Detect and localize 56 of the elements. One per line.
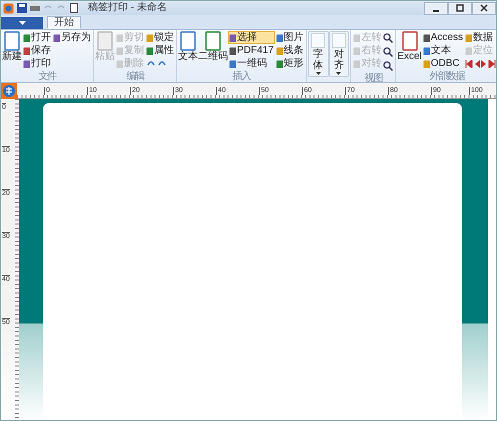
first-icon[interactable] (465, 60, 473, 68)
dropdown-button[interactable]: 字体 (308, 31, 328, 77)
save-icon[interactable] (17, 3, 27, 13)
zoom-icon[interactable] (383, 33, 394, 43)
printer-icon[interactable] (30, 3, 40, 13)
minimize-button[interactable] (424, 2, 448, 14)
group-label: 视图 (364, 73, 384, 84)
ribbon-button[interactable]: 另存为 (52, 31, 92, 44)
caret-icon (316, 72, 321, 75)
ribbon-button[interactable]: 打印 (22, 57, 52, 70)
ribbon-button[interactable]: 新建 (2, 31, 22, 62)
ribbon-button[interactable]: 文本 (178, 31, 198, 62)
group-label: 外部数据 (428, 71, 466, 82)
ribbon-button[interactable]: 选择 (228, 31, 275, 44)
ribbon-button[interactable]: PDF417 (228, 44, 275, 57)
application-menu-button[interactable] (1, 17, 43, 29)
ribbon-tab[interactable]: 开始 (47, 16, 81, 29)
maximize-button[interactable] (448, 2, 472, 14)
caret-icon (18, 21, 26, 25)
zoom-icon[interactable] (383, 61, 394, 71)
document-icon (400, 31, 419, 51)
ribbon-button[interactable]: Excel (397, 31, 422, 62)
close-button[interactable] (472, 2, 496, 14)
document-icon (3, 31, 21, 51)
close-icon (480, 4, 488, 12)
ribbon-button[interactable]: 图片 (274, 31, 305, 44)
ribbon-button[interactable]: 矩形 (274, 57, 305, 70)
dropdown-button[interactable]: 对齐 (328, 31, 350, 77)
group-label: 文件 (37, 71, 58, 82)
last-icon[interactable] (488, 60, 496, 68)
next-icon[interactable] (481, 60, 487, 68)
window-title: 稿签打印 - 未命名 (88, 2, 167, 14)
ribbon-button[interactable]: 文本 (422, 44, 464, 57)
document-icon (204, 31, 222, 51)
previous-icon[interactable] (474, 60, 480, 68)
group-label: 编辑 (125, 71, 146, 82)
maximize-icon (456, 4, 464, 12)
ribbon-button[interactable]: 数据 (464, 31, 496, 44)
app-icon (3, 2, 14, 14)
ribbon-button[interactable]: 保存 (22, 44, 52, 57)
redo-icon[interactable] (157, 59, 167, 68)
undo-icon[interactable] (146, 59, 156, 68)
document-icon (179, 31, 197, 51)
caret-icon (336, 72, 342, 75)
ribbon-button[interactable]: 属性 (145, 44, 175, 57)
ribbon-button[interactable]: 二维码 (198, 31, 228, 62)
ribbon-button[interactable]: 一维码 (228, 57, 275, 70)
ribbon-button[interactable]: 打开 (22, 31, 52, 44)
ribbon-button[interactable]: Access (422, 31, 464, 44)
document-icon[interactable] (69, 3, 79, 13)
document-icon (96, 31, 114, 51)
ribbon-button[interactable]: 线条 (274, 44, 305, 57)
ribbon-button[interactable]: 锁定 (145, 31, 175, 44)
group-label: 插入 (232, 71, 252, 82)
ribbon-button[interactable]: ODBC (422, 57, 464, 70)
zoom-icon[interactable] (383, 47, 394, 57)
